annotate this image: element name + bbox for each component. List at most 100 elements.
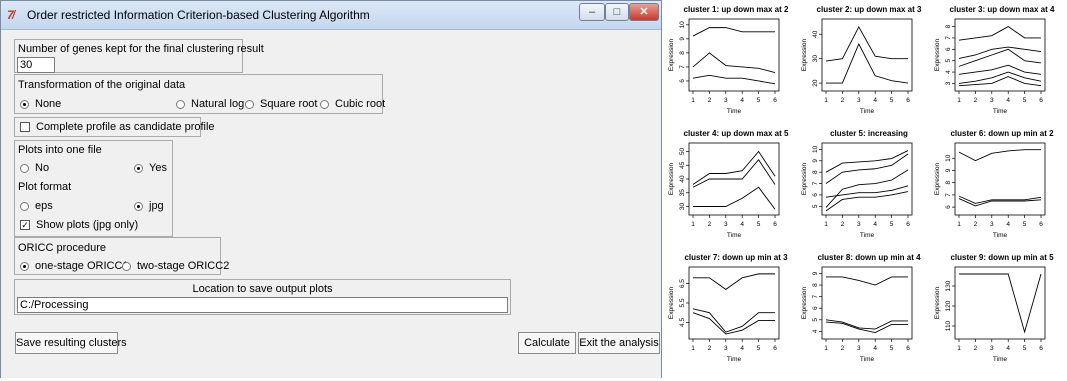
maximize-button[interactable]: □ — [605, 3, 629, 21]
y-tick-label: 5.5 — [679, 298, 686, 307]
y-tick-label: 9 — [945, 168, 952, 172]
series-line-3 — [825, 321, 908, 333]
series-line-1 — [826, 276, 908, 286]
y-tick-label: 40 — [679, 175, 686, 183]
show-plots-label: Show plots (jpg only) — [36, 219, 139, 231]
y-axis-label: Expression — [668, 163, 675, 196]
y-tick-label: 7 — [945, 193, 952, 197]
x-tick-label: 1 — [824, 345, 828, 352]
window-title: Order restricted Information Criterion-b… — [27, 8, 370, 22]
x-tick-label: 6 — [1039, 221, 1043, 228]
y-tick-label: 10 — [679, 21, 686, 29]
series-line-1 — [958, 149, 1041, 162]
y-tick-label: 9 — [812, 159, 819, 163]
series-line-2 — [826, 42, 909, 84]
radio-plots-yes[interactable]: Yes — [134, 162, 167, 174]
y-tick-label: 120 — [945, 300, 952, 311]
x-tick-label: 3 — [857, 221, 861, 228]
y-tick-label: 5 — [812, 318, 819, 322]
cluster-plots-svg: cluster 1: up down max at 21 2 3 4 5 6678910T… — [668, 5, 1055, 363]
series-line-1 — [693, 273, 775, 290]
radio-cubic-root[interactable]: Cubic root — [320, 98, 385, 110]
window-bottom-edge — [1, 364, 661, 378]
radio-indicator — [122, 261, 131, 271]
radio-oricc2[interactable]: two-stage ORICC2 — [122, 260, 229, 272]
x-tick-label: 3 — [990, 221, 994, 228]
x-tick-label: 5 — [1023, 345, 1027, 352]
x-tick-label: 5 — [757, 221, 761, 228]
procedure-label: ORICC procedure — [18, 242, 107, 254]
x-tick-label: 3 — [724, 221, 728, 228]
location-label: Location to save output plots — [192, 283, 333, 295]
plots-label: Plots into one file — [18, 144, 102, 156]
y-tick-label: 8 — [945, 24, 952, 28]
x-tick-label: 2 — [841, 97, 845, 104]
plots-frame: Plots into one file No Yes Plot format e… — [14, 140, 173, 237]
radio-indicator — [20, 261, 29, 271]
save-clusters-button[interactable]: Save resulting clusters — [15, 332, 127, 354]
y-tick-label: 7 — [812, 181, 819, 185]
location-input[interactable]: C:/Processing — [17, 297, 508, 313]
series-line-3 — [692, 74, 776, 85]
series-line-2 — [692, 52, 776, 73]
cluster-chart-7: cluster 7: down up min at 3 1 2 3 4 5 6 4.5 5.5 6… — [668, 253, 788, 363]
series-line-2 — [958, 195, 1042, 204]
y-tick-label: 50 — [679, 148, 686, 156]
genes-count-input[interactable]: 30 — [17, 57, 55, 73]
y-tick-label: 10 — [945, 154, 952, 162]
x-axis-label: Time — [727, 356, 742, 363]
x-tick-label: 1 — [957, 221, 961, 228]
chart-title: cluster 8: down up min at 4 — [817, 253, 921, 262]
radio-plots-no[interactable]: No — [20, 162, 49, 174]
close-button[interactable]: ✕ — [629, 3, 659, 21]
radio-format-eps-label: eps — [35, 200, 53, 212]
radio-format-jpg[interactable]: jpg — [134, 200, 164, 212]
x-tick-label: 5 — [1023, 97, 1027, 104]
chart-title: cluster 7: down up min at 3 — [684, 253, 788, 262]
complete-profile-checkbox[interactable]: Complete profile as candidate profile — [20, 121, 215, 133]
x-tick-label: 1 — [691, 345, 695, 352]
x-axis-label: Time — [993, 108, 1008, 115]
location-frame: Location to save output plots C:/Process… — [14, 279, 511, 315]
series-line-2 — [958, 46, 1042, 59]
x-tick-label: 5 — [890, 221, 894, 228]
plot-frame — [954, 142, 1046, 216]
radio-oricc1[interactable]: one-stage ORICC1 — [20, 260, 129, 272]
radio-format-eps[interactable]: eps — [20, 200, 53, 212]
minimize-button[interactable]: – — [579, 3, 605, 21]
x-tick-label: 6 — [1039, 97, 1043, 104]
radio-oricc1-label: one-stage ORICC1 — [35, 260, 129, 272]
x-tick-label: 2 — [708, 97, 712, 104]
radio-natural-log[interactable]: Natural log — [176, 98, 244, 110]
y-axis-label: Expression — [801, 287, 808, 320]
x-tick-label: 4 — [740, 345, 744, 352]
x-tick-label: 2 — [974, 97, 978, 104]
x-tick-label: 6 — [906, 97, 910, 104]
y-axis-label: Expression — [801, 163, 808, 196]
x-tick-label: 4 — [1006, 221, 1010, 228]
y-tick-label: 9 — [679, 37, 686, 41]
calculate-button[interactable]: Calculate — [518, 332, 576, 354]
genes-frame: Number of genes kept for the final clust… — [14, 39, 264, 73]
cluster-chart-5: cluster 5: increasing 1 2 3 4 5 6 5 6 7 8 9 10 Time Ex… — [801, 129, 913, 239]
show-plots-checkbox[interactable]: ✓ Show plots (jpg only) — [20, 219, 138, 231]
radio-none[interactable]: None — [20, 98, 61, 110]
series-line-1 — [825, 25, 908, 62]
series-line-3 — [825, 185, 909, 198]
radio-indicator — [134, 163, 143, 173]
x-tick-label: 4 — [873, 97, 877, 104]
genes-label: Number of genes kept for the final clust… — [18, 43, 264, 55]
exit-analysis-button[interactable]: Exit the analysis — [578, 332, 660, 354]
y-tick-label: 35 — [679, 189, 686, 197]
x-tick-label: 3 — [724, 97, 728, 104]
x-tick-label: 2 — [974, 345, 978, 352]
x-axis-label: Time — [860, 108, 875, 115]
transformation-label: Transformation of the original data — [18, 79, 186, 91]
x-tick-label: 1 — [691, 97, 695, 104]
y-tick-label: 4 — [812, 329, 819, 333]
y-tick-label: 130 — [945, 280, 952, 291]
radio-square-root-label: Square root — [260, 98, 318, 110]
radio-format-jpg-label: jpg — [149, 200, 164, 212]
radio-square-root[interactable]: Square root — [245, 98, 317, 110]
title-bar[interactable]: 7̸ Order restricted Information Criterio… — [1, 1, 661, 30]
